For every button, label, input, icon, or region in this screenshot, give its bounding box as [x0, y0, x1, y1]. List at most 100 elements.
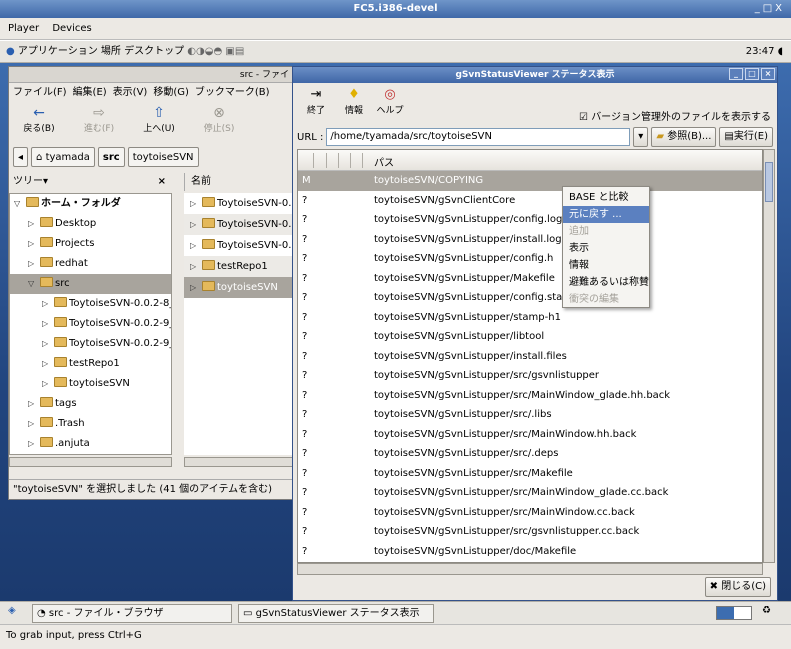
context-menu-item[interactable]: 情報: [563, 257, 649, 274]
tree-item[interactable]: ▷ Desktop: [10, 214, 171, 234]
table-row[interactable]: ? toytoiseSVN/gSvnListupper/install.files: [298, 347, 762, 367]
vm-window-controls[interactable]: _□X: [755, 0, 785, 18]
panel-desktop[interactable]: デスクトップ: [124, 46, 184, 57]
status-vertical-scrollbar[interactable]: [763, 149, 775, 563]
stop-button[interactable]: ⊗ 停止(S): [193, 103, 245, 143]
context-menu-item[interactable]: 避難あるいは称賛: [563, 274, 649, 291]
file-list-item[interactable]: ▷ ToytoiseSVN-0.0: [184, 193, 296, 214]
tree-item[interactable]: ▷ .Trash: [10, 414, 171, 434]
tree-item[interactable]: ▷ redhat: [10, 254, 171, 274]
table-row[interactable]: ? toytoiseSVN/gSvnListupper/config.status: [298, 288, 762, 308]
file-list-item[interactable]: ▷ toytoiseSVN: [184, 277, 296, 298]
table-row[interactable]: ? toytoiseSVN/gSvnListupper/src/MainWindo…: [298, 425, 762, 445]
expander-open-icon[interactable]: ▽: [28, 274, 40, 294]
context-menu-item[interactable]: 追加: [563, 223, 649, 240]
table-row[interactable]: ? toytoiseSVN/gSvnListupper/doc/Makefile: [298, 542, 762, 562]
location-toggle-button[interactable]: ◂: [13, 147, 29, 167]
help-toolbar-button[interactable]: ◎ ヘルプ: [373, 87, 407, 116]
table-row[interactable]: ? toytoiseSVN/gSvnClientCore: [298, 191, 762, 211]
file-list-item[interactable]: ▷ ToytoiseSVN-0.0: [184, 235, 296, 256]
expander-closed-icon[interactable]: ▷: [190, 214, 202, 235]
tree-item[interactable]: ▷.anthy: [10, 454, 171, 455]
status-horizontal-scrollbar[interactable]: [297, 563, 763, 575]
crumb-src[interactable]: src: [97, 147, 125, 167]
expander-closed-icon[interactable]: ▷: [28, 234, 40, 254]
minimize-button[interactable]: _: [729, 68, 743, 80]
context-menu-item[interactable]: 元に戻す ...: [563, 206, 649, 223]
browse-button[interactable]: ▰ 参照(B)...: [651, 127, 717, 147]
expander-closed-icon[interactable]: ▷: [28, 414, 40, 434]
fedora-icon[interactable]: ●: [6, 46, 15, 57]
status-table[interactable]: パス MtoytoiseSVN/COPYING? toytoiseSVN/gSvn…: [297, 149, 763, 563]
menu-edit[interactable]: 編集(E): [73, 87, 107, 98]
tree-item[interactable]: ▷ .anjuta: [10, 434, 171, 454]
show-desktop-icon[interactable]: ◈: [8, 605, 16, 616]
panel-places[interactable]: 場所: [101, 46, 121, 57]
menu-player[interactable]: Player: [8, 23, 39, 34]
expander-open-icon[interactable]: ▽: [14, 194, 26, 214]
table-row[interactable]: ? toytoiseSVN/gSvnListupper/src/MainWindo…: [298, 483, 762, 503]
context-menu-item[interactable]: 衝突の編集: [563, 291, 649, 308]
menu-view[interactable]: 表示(V): [113, 87, 148, 98]
panel-applications[interactable]: アプリケーション: [18, 46, 98, 57]
context-menu-item[interactable]: BASE と比較: [563, 189, 649, 206]
file-list[interactable]: ▷ ToytoiseSVN-0.0 ▷ ToytoiseSVN-0.0 ▷ Toytois…: [184, 193, 296, 455]
expander-closed-icon[interactable]: ▷: [190, 235, 202, 256]
list-header-name[interactable]: 名前: [184, 173, 296, 191]
table-row[interactable]: ? toytoiseSVN/gSvnListupper/config.log: [298, 210, 762, 230]
launcher-icons[interactable]: ◐◑◒◓ ▣▤: [187, 46, 244, 57]
expander-closed-icon[interactable]: ▷: [42, 314, 54, 334]
expander-closed-icon[interactable]: ▷: [28, 454, 40, 455]
file-list-item[interactable]: ▷ ToytoiseSVN-0.0: [184, 214, 296, 235]
file-list-item[interactable]: ▷ testRepo1: [184, 256, 296, 277]
tree-item[interactable]: ▷ testRepo1: [10, 354, 171, 374]
close-icon[interactable]: ×: [158, 173, 166, 191]
tree-item[interactable]: ▷ ToytoiseSVN-0.0.2-9_: [10, 334, 171, 354]
maximize-button[interactable]: □: [745, 68, 759, 80]
quit-toolbar-button[interactable]: ⇥ 終了: [299, 87, 333, 116]
expander-closed-icon[interactable]: ▷: [28, 394, 40, 414]
expander-closed-icon[interactable]: ▷: [190, 277, 202, 298]
workspace-switcher[interactable]: [716, 606, 752, 620]
column-path[interactable]: パス: [374, 154, 394, 169]
expander-closed-icon[interactable]: ▷: [42, 334, 54, 354]
expander-closed-icon[interactable]: ▷: [190, 256, 202, 277]
table-row[interactable]: ? toytoiseSVN/gSvnListupper/src/.deps: [298, 444, 762, 464]
tree-item[interactable]: ▽ src: [10, 274, 171, 294]
tree-item[interactable]: ▷ tags: [10, 394, 171, 414]
expander-closed-icon[interactable]: ▷: [28, 434, 40, 454]
url-input[interactable]: /home/tyamada/src/toytoiseSVN: [326, 128, 631, 146]
table-row[interactable]: ? toytoiseSVN/gSvnListupper/stamp-h1: [298, 308, 762, 328]
crumb-toytoisesvn[interactable]: toytoiseSVN: [127, 147, 199, 167]
expander-closed-icon[interactable]: ▷: [190, 193, 202, 214]
menu-bookmarks[interactable]: ブックマーク(B): [195, 87, 270, 98]
menu-file[interactable]: ファイル(F): [13, 87, 67, 98]
tree-item[interactable]: ▽ ホーム・フォルダ: [10, 194, 171, 214]
expander-closed-icon[interactable]: ▷: [28, 214, 40, 234]
url-dropdown-button[interactable]: ▾: [633, 127, 649, 147]
expander-closed-icon[interactable]: ▷: [28, 254, 40, 274]
table-row[interactable]: ? toytoiseSVN/gSvnListupper/src/Makefile: [298, 464, 762, 484]
tree-view[interactable]: ▽ ホーム・フォルダ ▷ Desktop ▷ Projects ▷ redhat ▽ src ▷ To…: [9, 193, 172, 455]
menu-devices[interactable]: Devices: [52, 23, 91, 34]
context-menu-item[interactable]: 表示: [563, 240, 649, 257]
table-row[interactable]: ? toytoiseSVN/gSvnListupper/src/gsvnlistu…: [298, 522, 762, 542]
menu-go[interactable]: 移動(G): [153, 87, 189, 98]
up-button[interactable]: ⇧ 上へ(U): [133, 103, 185, 143]
tree-item[interactable]: ▷ Projects: [10, 234, 171, 254]
table-row[interactable]: ? toytoiseSVN/gSvnListupper/src/MainWindo…: [298, 503, 762, 523]
table-row[interactable]: ? toytoiseSVN/gSvnListupper/src/gsvnlistu…: [298, 366, 762, 386]
table-row[interactable]: MtoytoiseSVN/COPYING: [298, 171, 762, 191]
table-row[interactable]: ? toytoiseSVN/gSvnListupper/config.h: [298, 249, 762, 269]
table-row[interactable]: ? toytoiseSVN/gSvnListupper/Makefile: [298, 269, 762, 289]
expander-closed-icon[interactable]: ▷: [42, 294, 54, 314]
back-button[interactable]: ← 戻る(B): [13, 103, 65, 143]
table-row[interactable]: ? toytoiseSVN/gSvnListupper/src/MainWindo…: [298, 386, 762, 406]
clock[interactable]: 23:47: [746, 46, 775, 57]
volume-icon[interactable]: ◖: [778, 46, 783, 57]
task-svn-viewer[interactable]: ▭ gSvnStatusViewer ステータス表示: [238, 604, 434, 623]
table-row[interactable]: ? toytoiseSVN/gSvnListupper/libtool: [298, 327, 762, 347]
scroll-thumb[interactable]: [765, 162, 773, 202]
run-button[interactable]: ▤実行(E): [719, 127, 773, 147]
crumb-tyamada[interactable]: ⌂ tyamada: [31, 147, 95, 167]
